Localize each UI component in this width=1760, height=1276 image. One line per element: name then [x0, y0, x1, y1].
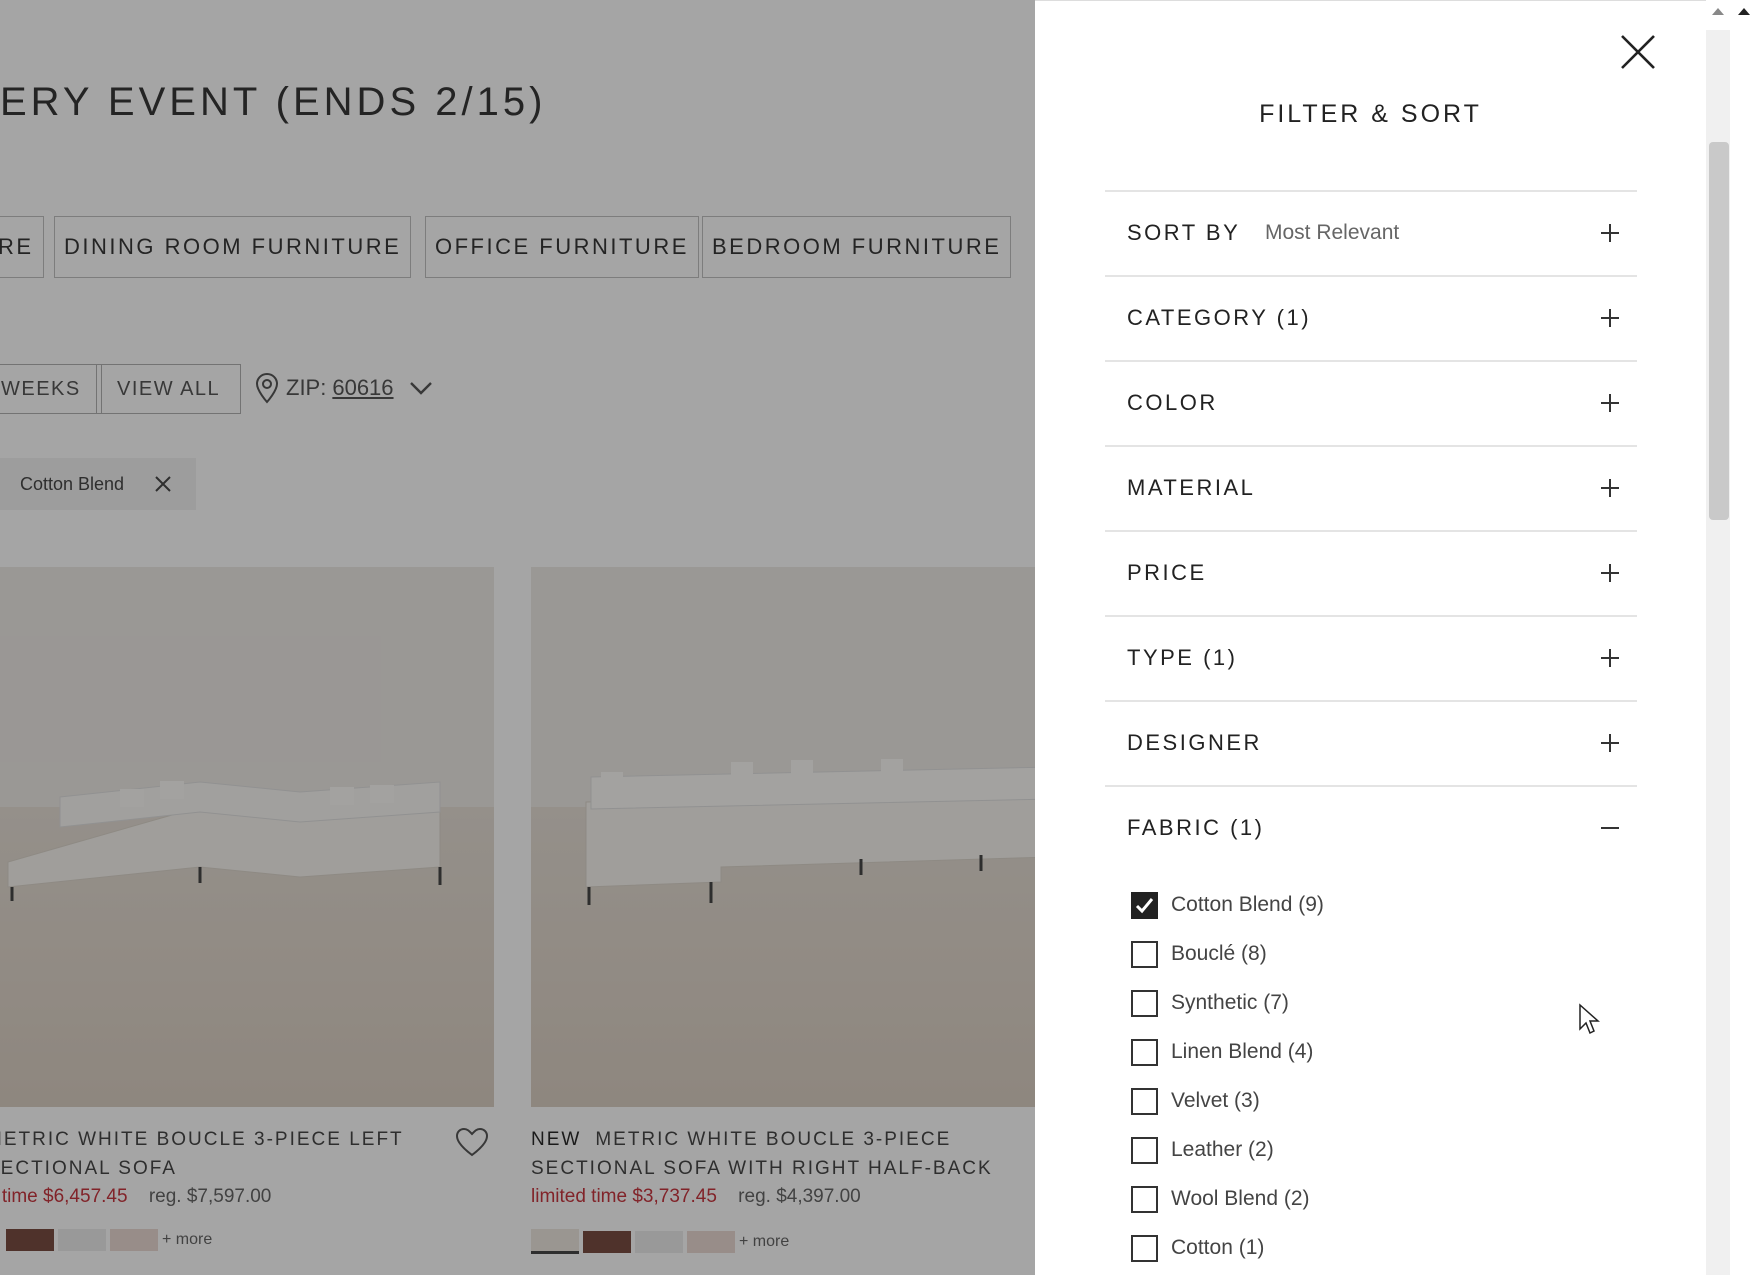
fabric-option[interactable]: Cotton (1) — [1131, 1232, 1264, 1264]
fabric-option[interactable]: Bouclé (8) — [1131, 938, 1267, 970]
fabric-option[interactable]: Wool Blend (2) — [1131, 1183, 1310, 1215]
plus-icon — [1601, 309, 1619, 327]
checkbox[interactable] — [1131, 940, 1158, 968]
fabric-option-label: Leather (2) — [1171, 1138, 1274, 1161]
fabric-option[interactable]: Velvet (3) — [1131, 1085, 1260, 1117]
fabric-option-label: Cotton Blend (9) — [1171, 893, 1324, 916]
section-label: FABRIC (1) — [1127, 815, 1265, 840]
type-section[interactable]: TYPE (1) — [1105, 615, 1637, 699]
fabric-option-label: Cotton (1) — [1171, 1236, 1265, 1259]
minus-icon — [1601, 827, 1619, 829]
section-label: DESIGNER — [1127, 730, 1262, 755]
plus-icon — [1601, 479, 1619, 497]
modal-backdrop[interactable] — [0, 0, 1035, 1275]
checkmark-icon — [1135, 897, 1154, 913]
fabric-option-label: Synthetic (7) — [1171, 991, 1289, 1014]
plus-icon — [1601, 394, 1619, 412]
section-label: PRICE — [1127, 560, 1207, 585]
fabric-section[interactable]: FABRIC (1) — [1105, 785, 1637, 869]
category-section[interactable]: CATEGORY (1) — [1105, 275, 1637, 359]
sort-by-label: SORT BY — [1127, 220, 1241, 245]
fabric-option-label: Wool Blend (2) — [1171, 1187, 1310, 1210]
plus-icon — [1601, 564, 1619, 582]
section-label: COLOR — [1127, 390, 1218, 415]
checkbox[interactable] — [1131, 989, 1158, 1017]
fabric-option[interactable]: Leather (2) — [1131, 1134, 1274, 1166]
scroll-track[interactable] — [1706, 30, 1730, 1275]
checkbox[interactable] — [1131, 1087, 1158, 1115]
fabric-option[interactable]: Synthetic (7) — [1131, 987, 1289, 1019]
product-listing-page: ERY EVENT (ENDS 2/15) RE DINING ROOM FUR… — [0, 0, 1035, 1275]
section-label: CATEGORY (1) — [1127, 305, 1312, 330]
section-label: MATERIAL — [1127, 475, 1256, 500]
color-section[interactable]: COLOR — [1105, 360, 1637, 444]
checkbox[interactable] — [1131, 1136, 1158, 1164]
mouse-cursor-icon — [1579, 1003, 1600, 1035]
close-icon[interactable] — [1616, 30, 1660, 74]
designer-section[interactable]: DESIGNER — [1105, 700, 1637, 784]
scroll-thumb[interactable] — [1709, 142, 1729, 520]
drawer-title: FILTER & SORT — [1259, 100, 1482, 128]
fabric-option-label: Velvet (3) — [1171, 1089, 1260, 1112]
scroll-up-arrow-icon[interactable] — [1712, 8, 1724, 15]
plus-icon — [1601, 649, 1619, 667]
checkbox[interactable] — [1131, 1234, 1158, 1262]
price-section[interactable]: PRICE — [1105, 530, 1637, 614]
scroll-up-arrow-icon[interactable] — [1738, 8, 1750, 15]
material-section[interactable]: MATERIAL — [1105, 445, 1637, 529]
fabric-option-label: Linen Blend (4) — [1171, 1040, 1314, 1063]
checkbox-checked[interactable] — [1131, 891, 1158, 919]
checkbox[interactable] — [1131, 1185, 1158, 1213]
plus-icon — [1601, 734, 1619, 752]
section-label: TYPE (1) — [1127, 645, 1238, 670]
sort-by-section[interactable]: SORT BY Most Relevant — [1105, 190, 1637, 274]
sort-by-value: Most Relevant — [1265, 221, 1400, 244]
fabric-option-label: Bouclé (8) — [1171, 942, 1267, 965]
fabric-option[interactable]: Cotton Blend (9) — [1131, 889, 1324, 921]
page-scrollbar[interactable] — [1706, 0, 1760, 1275]
plus-icon — [1601, 224, 1619, 242]
fabric-option[interactable]: Linen Blend (4) — [1131, 1036, 1313, 1068]
checkbox[interactable] — [1131, 1038, 1158, 1066]
